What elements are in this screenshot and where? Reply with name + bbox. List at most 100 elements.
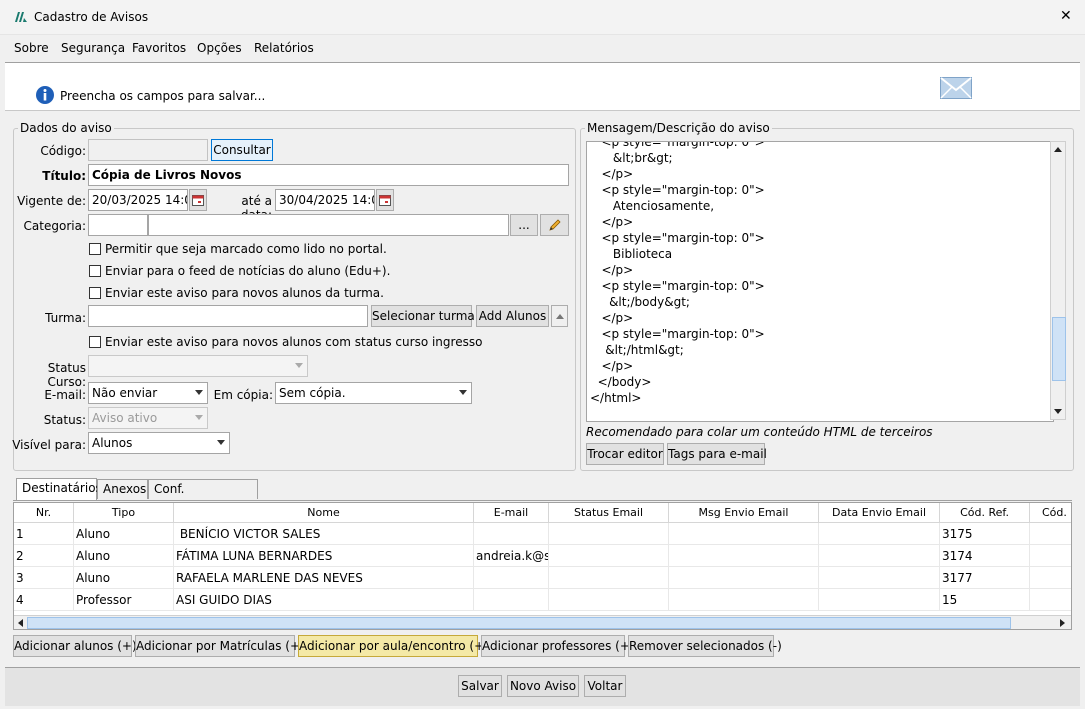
table-cell[interactable] [819,523,940,545]
table-cell[interactable]: 1 [14,523,74,545]
status-curso-select[interactable] [88,355,308,377]
table-cell[interactable]: 3 [14,567,74,589]
editor-scroll-thumb[interactable] [1052,317,1066,381]
destinatarios-grid[interactable]: Nr. Tipo Nome E-mail Status Email Msg En… [13,502,1072,630]
table-cell[interactable] [819,567,940,589]
table-cell[interactable]: andreia.k@s... [474,545,549,567]
adicionar-aula-button[interactable]: Adicionar por aula/encontro (+) [298,635,489,657]
categoria-name-input[interactable] [148,214,509,236]
code-line: </html> [590,391,642,405]
titulo-input[interactable]: Cópia de Livros Novos [88,164,569,186]
code-line: &lt;br&gt; [590,151,673,165]
consultar-button[interactable]: Consultar [211,139,273,161]
table-cell[interactable] [1030,523,1071,545]
col-header-nome[interactable]: Nome [174,503,474,523]
table-cell[interactable] [819,545,940,567]
table-cell[interactable]: FÁTIMA LUNA BERNARDES [174,545,474,567]
ate-calendar-button[interactable] [376,189,394,211]
table-cell[interactable] [1030,545,1071,567]
tab-conf-visualizacao[interactable]: Conf. Visualização [148,479,258,515]
table-cell[interactable] [549,589,669,611]
menu-relatorios[interactable]: Relatórios [254,41,314,55]
table-cell[interactable]: ASI GUIDO DIAS [174,589,474,611]
email-label: E-mail: [44,388,86,402]
turma-scroll-up-button[interactable] [551,305,568,327]
turma-input[interactable] [88,305,368,327]
menu-sobre[interactable]: Sobre [14,41,49,55]
novo-aviso-button[interactable]: Novo Aviso [507,675,579,697]
portal-read-checkbox[interactable] [89,243,101,255]
close-icon[interactable]: ✕ [1060,8,1072,24]
col-header-email[interactable]: E-mail [474,503,549,523]
menu-opcoes[interactable]: Opções [197,41,242,55]
col-header-cod-ref[interactable]: Cód. Ref. [940,503,1030,523]
table-cell[interactable]: 15 [940,589,1030,611]
table-cell[interactable]: Aluno [74,567,174,589]
categoria-edit-button[interactable] [540,214,569,236]
vigente-calendar-button[interactable] [189,189,207,211]
table-cell[interactable]: 2 [14,545,74,567]
em-copia-select[interactable]: Sem cópia. [275,382,472,404]
new-students-checkbox[interactable] [89,287,101,299]
grid-hscrollbar[interactable] [14,615,1071,629]
col-header-status-email[interactable]: Status Email [549,503,669,523]
table-cell[interactable] [474,589,549,611]
col-header-nr[interactable]: Nr. [14,503,74,523]
categoria-code-input[interactable] [88,214,148,236]
table-cell[interactable] [669,567,819,589]
table-cell[interactable]: BENÍCIO VICTOR SALES [174,523,474,545]
tab-anexos[interactable]: Anexos [97,479,148,499]
col-header-msg-envio[interactable]: Msg Envio Email [669,503,819,523]
adicionar-alunos-button[interactable]: Adicionar alunos (+) [13,635,137,657]
tags-email-button[interactable]: Tags para e-mail [667,443,767,465]
col-header-data-envio[interactable]: Data Envio Email [819,503,940,523]
menu-favoritos[interactable]: Favoritos [132,41,186,55]
email-select[interactable]: Não enviar [88,382,208,404]
tab-destinatarios[interactable]: Destinatários [16,478,102,500]
menu-seguranca[interactable]: Segurança [61,41,125,55]
adicionar-matriculas-button[interactable]: Adicionar por Matrículas (+) [135,635,305,657]
col-header-cod-d[interactable]: Cód. D [1030,503,1071,523]
table-cell[interactable] [549,523,669,545]
status-select[interactable]: Aviso ativo [88,407,208,429]
add-alunos-button[interactable]: Add Alunos [476,305,549,327]
table-cell[interactable]: 3174 [940,545,1030,567]
table-cell[interactable] [669,545,819,567]
ate-input[interactable]: 30/04/2025 14:01 [275,189,375,211]
feed-checkbox[interactable] [89,265,101,277]
table-cell[interactable]: 4 [14,589,74,611]
code-line: </p> [590,263,634,277]
visivel-select[interactable]: Alunos [88,432,230,454]
table-cell[interactable] [819,589,940,611]
table-cell[interactable]: Aluno [74,545,174,567]
table-cell[interactable]: Aluno [74,523,174,545]
table-cell[interactable] [549,545,669,567]
voltar-button[interactable]: Voltar [584,675,626,697]
table-cell[interactable] [669,589,819,611]
new-students-label: Enviar este aviso para novos alunos da t… [105,286,384,300]
table-cell[interactable] [474,567,549,589]
categoria-browse-button[interactable]: ... [510,214,538,236]
table-cell[interactable] [549,567,669,589]
table-cell[interactable] [474,523,549,545]
code-line: Atenciosamente, [590,199,715,213]
grid-scroll-thumb[interactable] [27,617,1011,629]
editor-scrollbar[interactable] [1050,141,1066,420]
message-editor[interactable]: <p style="margin-top: 0"> &lt;br&gt; </p… [586,141,1054,422]
col-header-tipo[interactable]: Tipo [74,503,174,523]
table-cell[interactable]: 3175 [940,523,1030,545]
table-cell[interactable]: RAFAELA MARLENE DAS NEVES [174,567,474,589]
adicionar-professores-button[interactable]: Adicionar professores (+) [481,635,635,657]
table-cell[interactable]: 3177 [940,567,1030,589]
table-cell[interactable] [1030,589,1071,611]
trocar-editor-button[interactable]: Trocar editor [586,443,664,465]
table-cell[interactable]: Professor [74,589,174,611]
codigo-input[interactable] [88,139,208,161]
salvar-button[interactable]: Salvar [458,675,502,697]
remover-selecionados-button[interactable]: Remover selecionados (-) [628,635,782,657]
table-cell[interactable] [1030,567,1071,589]
status-ingresso-checkbox[interactable] [89,336,101,348]
table-cell[interactable] [669,523,819,545]
vigente-input[interactable]: 20/03/2025 14:01 [88,189,188,211]
selecionar-turma-button[interactable]: Selecionar turma [371,305,475,327]
